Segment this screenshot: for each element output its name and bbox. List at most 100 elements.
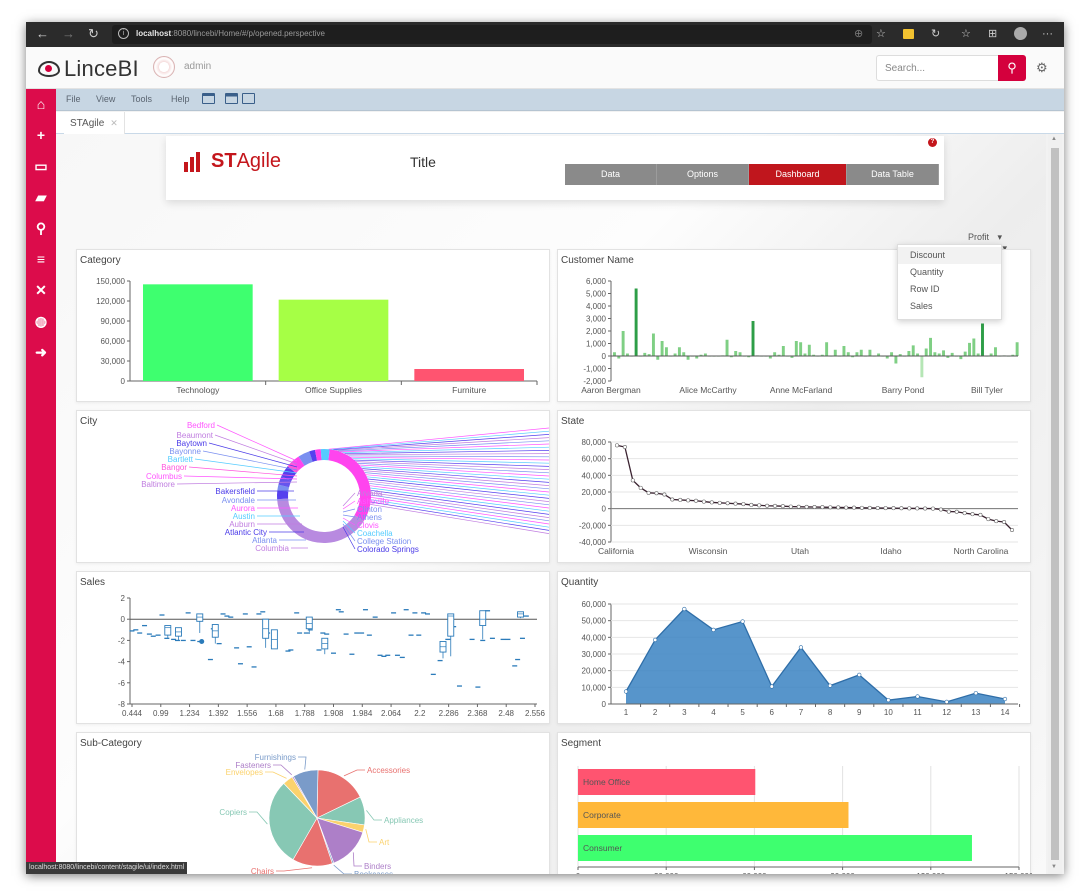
search-button[interactable]: ⚲ bbox=[998, 55, 1026, 81]
search-input[interactable] bbox=[876, 55, 998, 81]
y-tick-label: 4,000 bbox=[586, 302, 607, 311]
bar bbox=[842, 346, 846, 356]
logout-icon[interactable]: ➜ bbox=[26, 337, 56, 368]
add-icon[interactable]: + bbox=[26, 120, 56, 151]
data-point bbox=[146, 633, 152, 635]
address-bar[interactable]: i localhost:8080/lincebi/Home/#/p/opened… bbox=[112, 25, 872, 44]
bar bbox=[907, 351, 911, 356]
data-point bbox=[385, 654, 391, 656]
tab-options[interactable]: Options bbox=[657, 164, 749, 185]
data-point bbox=[694, 498, 699, 503]
close-icon[interactable]: ✕ bbox=[110, 118, 118, 128]
avatar[interactable] bbox=[153, 56, 175, 78]
menu-view[interactable]: View bbox=[96, 94, 115, 104]
save-icon[interactable] bbox=[225, 93, 238, 104]
bar bbox=[963, 351, 967, 356]
tools-icon[interactable]: ✕ bbox=[26, 275, 56, 306]
scrollbar-thumb[interactable] bbox=[1051, 148, 1059, 860]
favorite-add-icon[interactable]: ☆ bbox=[876, 28, 886, 40]
tab-data-table[interactable]: Data Table bbox=[847, 164, 939, 185]
quantity-chart-panel: Quantity 0 10,000 20,000 30,000 40,000 50,000… bbox=[557, 571, 1031, 724]
back-icon[interactable]: ← bbox=[36, 27, 49, 41]
data-point bbox=[820, 505, 825, 510]
data-point bbox=[962, 511, 967, 516]
data-point bbox=[954, 509, 959, 514]
gear-icon[interactable]: ⚙ bbox=[1036, 60, 1048, 76]
search-icon[interactable]: ⚲ bbox=[26, 213, 56, 244]
data-point bbox=[220, 613, 226, 615]
scroll-down-icon[interactable]: ▼ bbox=[1051, 864, 1057, 870]
reload-icon[interactable]: ↻ bbox=[88, 27, 99, 41]
bar bbox=[660, 341, 664, 356]
forward-icon[interactable]: → bbox=[62, 27, 75, 41]
menu-item-quantity[interactable]: Quantity bbox=[898, 264, 1001, 281]
report-title[interactable]: Title bbox=[410, 154, 436, 170]
lincebi-logo[interactable]: LinceBI bbox=[38, 56, 139, 82]
label-leader-line bbox=[330, 430, 550, 450]
segment-chart-panel: Segment 0 30,000 60,000 90,000 120,000 150,00… bbox=[557, 732, 1032, 874]
x-tick-label: 11 bbox=[913, 708, 922, 717]
data-point bbox=[288, 649, 294, 651]
favorites-icon[interactable]: ☆ bbox=[961, 28, 971, 40]
extension-icon[interactable] bbox=[903, 29, 914, 39]
tab-stagile[interactable]: STAgile ✕ bbox=[64, 112, 125, 134]
data-point bbox=[653, 637, 658, 642]
x-tick-label: Bill Tyler bbox=[971, 385, 1003, 395]
menu-item-sales[interactable]: Sales bbox=[898, 298, 1001, 315]
username[interactable]: admin bbox=[184, 61, 211, 72]
globe-icon[interactable]: ◍ bbox=[26, 306, 56, 337]
data-point bbox=[456, 685, 462, 687]
sales-chart: -8 -6 -4 -2 0 2 0.444 0.99 1.234 1.392 1.556 1.68 1.… bbox=[118, 594, 546, 718]
menu-tools[interactable]: Tools bbox=[131, 94, 152, 104]
box bbox=[164, 625, 172, 636]
y-tick-label: -6 bbox=[118, 679, 126, 688]
scroll-up-icon[interactable]: ▲ bbox=[1051, 136, 1057, 142]
y-tick-label: 150,000 bbox=[96, 277, 125, 286]
measure-dropdown[interactable]: Profit ▾ bbox=[968, 232, 1008, 242]
bar bbox=[664, 347, 668, 356]
home-icon[interactable]: ⌂ bbox=[26, 89, 56, 120]
menu-item-discount[interactable]: Discount bbox=[898, 247, 1001, 264]
open-folder-icon[interactable] bbox=[202, 93, 215, 104]
menu-help[interactable]: Help bbox=[171, 94, 190, 104]
data-point bbox=[622, 444, 627, 449]
save-as-icon[interactable] bbox=[242, 93, 255, 104]
bar bbox=[920, 356, 924, 378]
bar bbox=[799, 342, 803, 356]
help-icon[interactable]: ? bbox=[928, 138, 937, 147]
x-tick-label: 2.368 bbox=[467, 709, 488, 718]
y-tick-label: 20,000 bbox=[582, 667, 607, 676]
slice-label: Furnishings bbox=[255, 753, 296, 762]
data-point bbox=[256, 613, 262, 615]
data-point bbox=[686, 498, 691, 503]
bar bbox=[855, 352, 859, 356]
tab-data[interactable]: Data bbox=[565, 164, 657, 185]
data-point bbox=[137, 632, 143, 634]
label-leader-line bbox=[194, 458, 298, 474]
bar bbox=[968, 342, 971, 356]
label-leader-line bbox=[342, 492, 356, 507]
caret-down-icon: ▾ bbox=[997, 232, 1003, 242]
scrollbar[interactable]: ▲ ▼ bbox=[1048, 134, 1062, 874]
x-tick-label: North Carolina bbox=[954, 546, 1009, 556]
window-icon[interactable]: ▭ bbox=[26, 151, 56, 182]
more-icon[interactable]: ··· bbox=[1042, 28, 1053, 40]
menu-bar: File View Tools Help bbox=[56, 89, 1064, 111]
x-tick-label: 2.064 bbox=[381, 709, 402, 718]
menu-file[interactable]: File bbox=[66, 94, 81, 104]
data-point bbox=[899, 506, 904, 511]
profile-icon[interactable] bbox=[1014, 27, 1027, 40]
site-info-icon[interactable]: i bbox=[118, 28, 129, 39]
database-icon[interactable]: ≡ bbox=[26, 244, 56, 275]
tab-dashboard[interactable]: Dashboard bbox=[749, 164, 847, 185]
collections-icon[interactable]: ⊞ bbox=[988, 28, 997, 40]
data-point bbox=[207, 658, 213, 661]
label-leader-line bbox=[370, 492, 550, 518]
y-tick-label: 80,000 bbox=[582, 438, 607, 447]
folder-open-icon[interactable]: ▰ bbox=[26, 182, 56, 213]
menu-item-row-id[interactable]: Row ID bbox=[898, 281, 1001, 298]
data-point bbox=[836, 505, 841, 510]
label-leader-line bbox=[366, 476, 550, 496]
extension-refresh-icon[interactable]: ↻ bbox=[931, 28, 940, 40]
zoom-icon[interactable]: ⊕ bbox=[854, 28, 863, 40]
